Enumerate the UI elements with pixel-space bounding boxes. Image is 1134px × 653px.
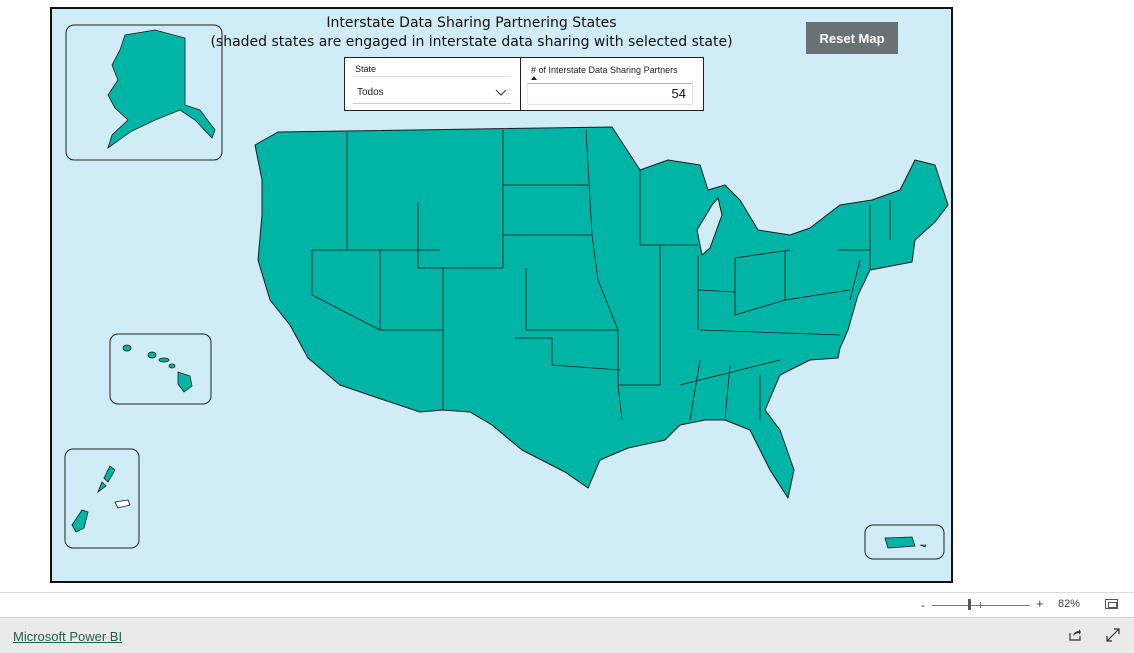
- contiguous-us-shape[interactable]: [254, 126, 949, 499]
- guam-shape[interactable]: [71, 465, 131, 533]
- footer-bar: Microsoft Power BI: [0, 617, 1134, 653]
- zoom-slider-thumb[interactable]: [968, 599, 971, 610]
- panel-divider: [520, 58, 521, 111]
- partners-card-value: 54: [527, 83, 693, 105]
- zoom-level: 82%: [1058, 598, 1081, 610]
- state-slicer-label: State: [355, 64, 377, 74]
- vi-shape[interactable]: [919, 544, 927, 548]
- expand-icon[interactable]: [1106, 628, 1120, 642]
- state-dropdown[interactable]: Todos: [353, 82, 511, 104]
- share-icon[interactable]: [1068, 628, 1082, 642]
- filter-panel: State Todos # of Interstate Data Sharing…: [344, 57, 704, 111]
- guam-inset: [64, 448, 140, 549]
- partners-card-label: # of Interstate Data Sharing Partners: [531, 65, 678, 75]
- hawaii-inset: [109, 333, 212, 405]
- zoom-in-button[interactable]: +: [1036, 596, 1044, 611]
- hawaii-shape[interactable]: [122, 344, 193, 393]
- state-dropdown-value: Todos: [357, 87, 384, 98]
- report-title: Interstate Data Sharing Partnering State…: [326, 15, 617, 31]
- zoom-bar: - + 82%: [0, 592, 1134, 617]
- slicer-divider: [353, 76, 510, 77]
- reset-map-button[interactable]: Reset Map: [806, 22, 898, 54]
- zoom-out-button[interactable]: -: [921, 598, 925, 612]
- power-bi-link[interactable]: Microsoft Power BI: [13, 629, 122, 644]
- chevron-down-icon: [495, 89, 507, 96]
- report-subtitle: (shaded states are engaged in interstate…: [210, 34, 733, 50]
- fit-to-page-icon[interactable]: [1105, 599, 1118, 609]
- puerto-rico-shape[interactable]: [884, 536, 916, 549]
- sort-caret-icon: [531, 76, 537, 80]
- zoom-slider-track[interactable]: [932, 605, 1030, 606]
- zoom-slider-tick: [980, 602, 981, 608]
